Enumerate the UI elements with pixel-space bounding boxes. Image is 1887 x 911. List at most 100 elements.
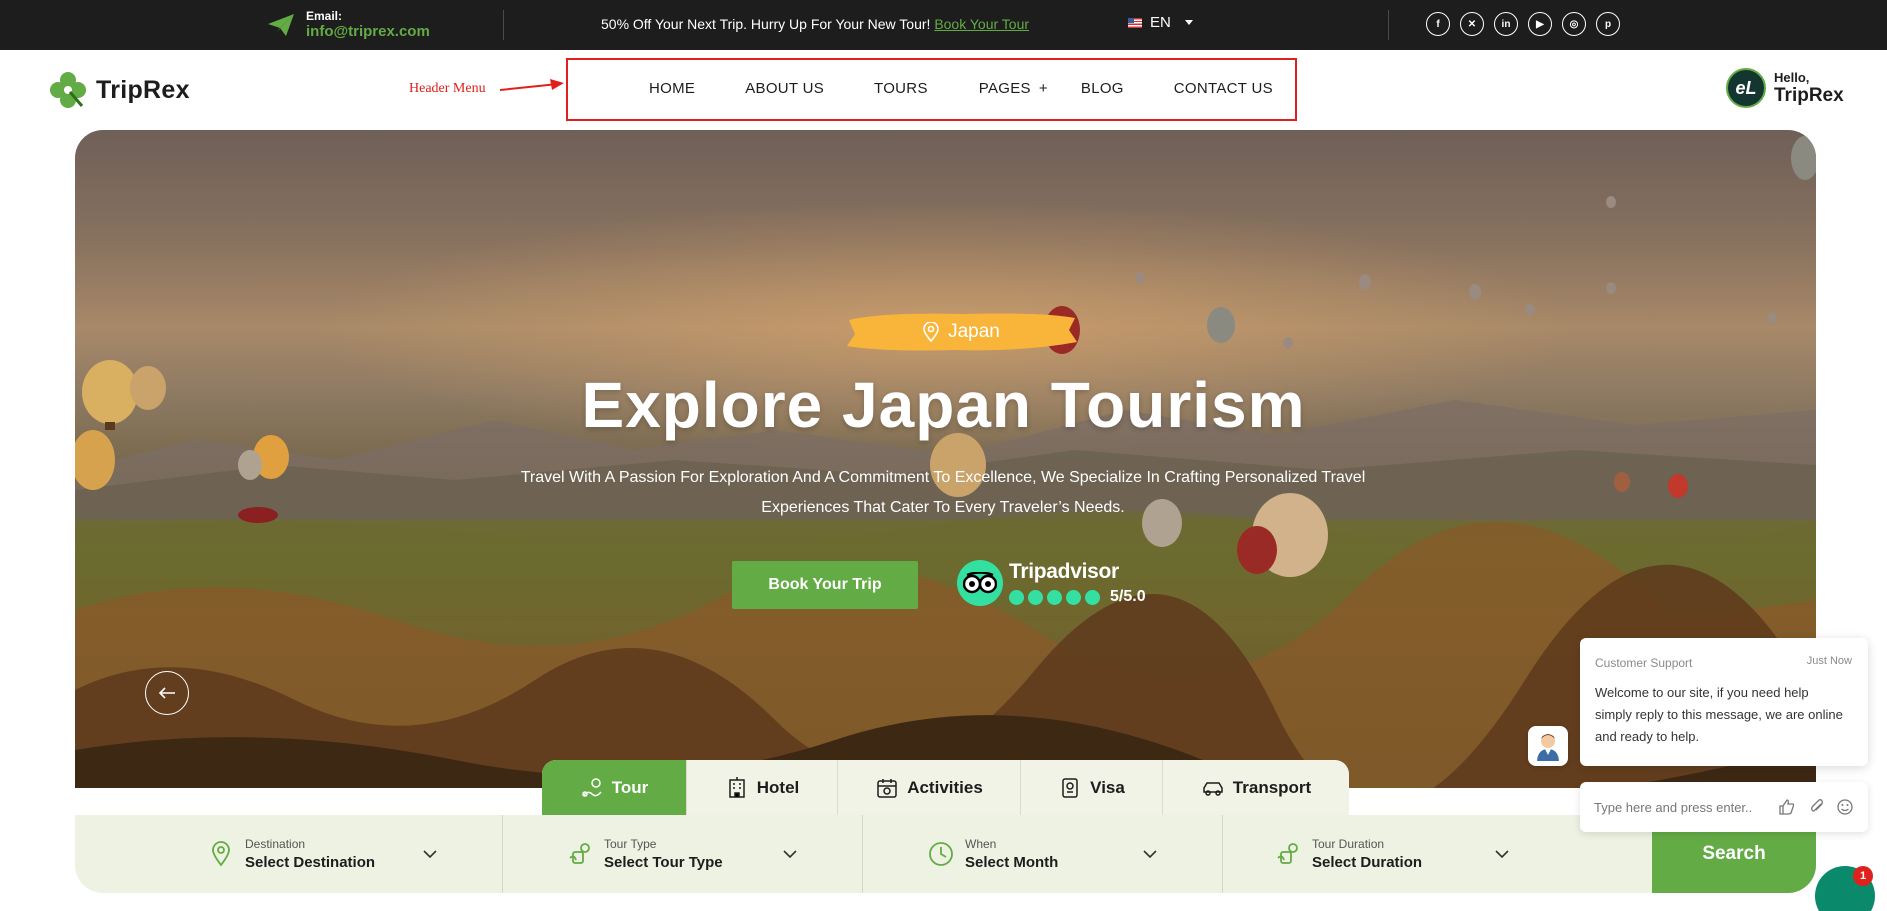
facebook-icon[interactable]: f: [1426, 12, 1450, 36]
language-selector[interactable]: EN: [1128, 14, 1193, 31]
main-nav: HOME ABOUT US TOURS PAGES + BLOG CONTACT…: [649, 80, 1273, 97]
hot-air-balloons-image: [75, 136, 1816, 577]
nav-item-blog[interactable]: BLOG: [1081, 80, 1124, 97]
tab-activities[interactable]: Activities: [838, 760, 1021, 816]
tab-activities-label: Activities: [907, 778, 983, 797]
duration-select[interactable]: Tour Duration Select Duration: [1274, 815, 1422, 893]
paper-plane-icon: [268, 14, 294, 36]
instagram-icon[interactable]: ◎: [1562, 12, 1586, 36]
tour-type-select[interactable]: Tour Type Select Tour Type: [566, 815, 723, 893]
hero-banner: [75, 130, 1816, 788]
thumbs-up-icon[interactable]: [1778, 798, 1796, 816]
nav-item-tours[interactable]: TOURS: [874, 80, 928, 97]
clover-logo-icon: [50, 72, 86, 108]
pinterest-icon[interactable]: p: [1596, 12, 1620, 36]
arrow-left-icon: [158, 687, 175, 699]
nav-item-home[interactable]: HOME: [649, 80, 695, 97]
hero-title: Explore Japan Tourism: [581, 369, 1306, 441]
location-tag: Japan: [843, 310, 1079, 354]
user-greeting[interactable]: eL Hello, TripRex: [1726, 68, 1844, 108]
hero-subtitle: Travel With A Passion For Exploration An…: [520, 469, 1366, 516]
tab-tour[interactable]: Tour: [542, 760, 687, 816]
duration-icon: [1277, 843, 1298, 864]
topbar-divider: [1388, 10, 1389, 40]
email-link[interactable]: info@triprex.com: [306, 23, 430, 41]
slider-prev-button[interactable]: [145, 671, 189, 715]
rating-score: 5/5.0: [1110, 588, 1146, 605]
rating-dot: [1066, 589, 1081, 605]
email-label: Email:: [306, 9, 343, 23]
promo-banner: 50% Off Your Next Trip. Hurry Up For You…: [601, 16, 1029, 32]
book-your-tour-link[interactable]: Book Your Tour: [934, 16, 1029, 32]
when-select[interactable]: When Select Month: [927, 815, 1058, 893]
tab-hotel[interactable]: Hotel: [687, 760, 838, 816]
hello-label: Hello,: [1774, 69, 1810, 85]
nav-item-about-us[interactable]: ABOUT US: [745, 80, 824, 97]
location-pin-icon: [923, 322, 939, 342]
destination-select[interactable]: Destination Select Destination: [207, 815, 375, 893]
promo-text: 50% Off Your Next Trip. Hurry Up For You…: [601, 16, 931, 32]
paperclip-icon[interactable]: [1808, 798, 1826, 816]
nav-item-contact-us[interactable]: CONTACT US: [1174, 80, 1273, 97]
emoji-icon[interactable]: [1836, 798, 1854, 816]
when-value: Select Month: [965, 854, 1059, 871]
rating-dot: [1009, 589, 1024, 605]
tab-transport[interactable]: Transport: [1163, 760, 1349, 816]
clock-icon: [929, 842, 953, 866]
logo-text: TripRex: [96, 75, 190, 104]
search-tabs: Tour Hotel Activities Visa Transport: [542, 760, 1349, 816]
plus-icon[interactable]: +: [1039, 80, 1048, 97]
search-bar: Destination Select Destination Tour Type…: [75, 815, 1816, 893]
support-agent-avatar: [1528, 726, 1568, 766]
language-label: EN: [1150, 14, 1171, 31]
tour-type-label: Tour Type: [604, 837, 657, 851]
tour-map-icon: [581, 778, 602, 797]
passport-icon: [1062, 778, 1078, 798]
topbar-divider: [503, 10, 504, 40]
book-your-trip-button[interactable]: Book Your Trip: [732, 561, 918, 609]
tour-type-icon: [569, 843, 590, 864]
annotation-arrow-icon: [499, 79, 564, 91]
agent-avatar-icon: [1537, 734, 1559, 761]
chevron-down-icon: [1184, 20, 1193, 25]
tripadvisor-rating[interactable]: Tripadvisor 5/5.0: [957, 560, 1146, 606]
tab-hotel-label: Hotel: [756, 778, 800, 797]
chat-input[interactable]: [1594, 796, 1774, 818]
hotel-building-icon: [729, 777, 745, 798]
chat-message-card[interactable]: Customer Support Just Now Welcome to our…: [1580, 638, 1868, 766]
tab-transport-label: Transport: [1232, 778, 1312, 797]
tour-type-value: Select Tour Type: [604, 854, 723, 871]
tab-visa-label: Visa: [1090, 778, 1125, 797]
avatar: eL: [1726, 68, 1766, 108]
unread-badge: 1: [1853, 866, 1873, 886]
chevron-down-icon[interactable]: [423, 849, 437, 859]
tripadvisor-owl-icon: [957, 560, 1003, 606]
location-tag-label: Japan: [948, 321, 1000, 342]
tripadvisor-name: Tripadvisor: [1009, 560, 1119, 583]
linkedin-icon[interactable]: in: [1494, 12, 1518, 36]
tab-visa[interactable]: Visa: [1021, 760, 1163, 816]
when-label: When: [965, 837, 997, 851]
header-menu-annotation: Header Menu: [409, 81, 486, 96]
page: Email: info@triprex.com 50% Off Your Nex…: [0, 0, 1887, 911]
site-header: TripRex Header Menu HOME ABOUT US TOURS …: [0, 50, 1887, 130]
car-icon: [1203, 782, 1223, 796]
email-contact[interactable]: Email: info@triprex.com: [266, 6, 430, 44]
tab-tour-label: Tour: [611, 778, 649, 797]
chevron-down-icon[interactable]: [1495, 849, 1509, 859]
youtube-icon[interactable]: ▶: [1528, 12, 1552, 36]
top-bar: Email: info@triprex.com 50% Off Your Nex…: [0, 0, 1887, 50]
chevron-down-icon[interactable]: [1143, 849, 1157, 859]
logo[interactable]: TripRex: [48, 70, 190, 110]
chat-time: Just Now: [1806, 655, 1852, 667]
chat-input-bar: [1580, 782, 1868, 832]
x-icon[interactable]: ✕: [1460, 12, 1484, 36]
user-name: TripRex: [1774, 84, 1844, 106]
destination-label: Destination: [245, 837, 306, 851]
duration-label: Tour Duration: [1312, 837, 1385, 851]
chevron-down-icon[interactable]: [783, 849, 797, 859]
chat-sender: Customer Support: [1595, 656, 1693, 670]
nav-item-pages[interactable]: PAGES: [979, 80, 1031, 97]
rating-dot: [1085, 589, 1100, 605]
field-divider: [1222, 815, 1223, 893]
